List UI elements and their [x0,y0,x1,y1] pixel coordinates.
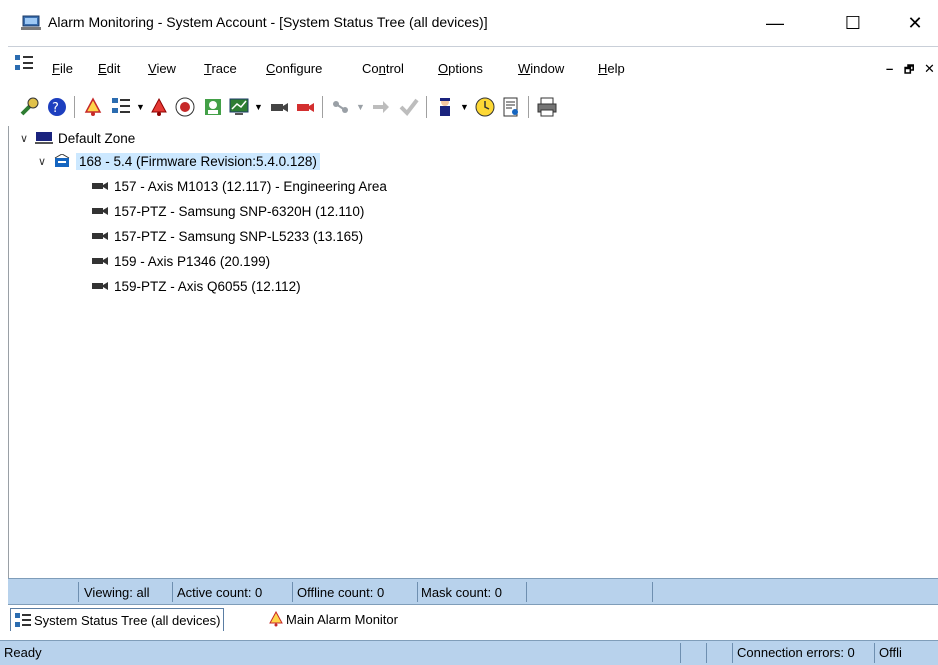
offline-status: Offli [879,645,902,660]
tree-node-camera[interactable]: 157-PTZ - Samsung SNP-L5233 (13.165) [91,226,363,246]
chevron-down-icon[interactable]: ∨ [17,132,31,145]
menu-trace[interactable]: Trace [204,61,237,76]
app-icon [21,15,41,30]
toolbar-separator [322,96,323,118]
acknowledge-icon[interactable] [398,96,420,118]
device-tree-icon [15,613,31,627]
guard-icon[interactable] [434,96,456,118]
tab-label: Main Alarm Monitor [286,611,398,627]
title-bar: Alarm Monitoring - System Account - [Sys… [0,0,938,46]
toolbar-separator [426,96,427,118]
menu-file[interactable]: File [52,61,73,76]
status-separator [292,582,293,602]
mdi-minimize-button[interactable]: – [886,61,893,76]
device-tree-icon[interactable] [110,96,132,118]
tree-node-label: 157-PTZ - Samsung SNP-L5233 (13.165) [114,228,364,244]
viewing-status: Viewing: all [84,585,150,600]
network-icon[interactable] [330,96,352,118]
status-separator [417,582,418,602]
zone-monitor-icon [35,132,53,144]
help-icon[interactable]: ? [46,96,68,118]
menu-control[interactable]: Control [362,61,404,76]
monitor-icon[interactable] [228,96,250,118]
toolbar-separator [74,96,75,118]
device-tree-icon [15,55,33,70]
chevron-down-icon[interactable]: ∨ [35,155,49,168]
tree-node-label: 168 - 5.4 (Firmware Revision:5.4.0.128) [76,152,320,170]
dropdown-arrow-icon[interactable]: ▼ [136,102,145,112]
ready-status: Ready [4,645,42,660]
alarm-red-icon[interactable] [148,96,170,118]
tree-node-label: 159-PTZ - Axis Q6055 (12.112) [114,278,301,294]
tree-node-camera[interactable]: 159 - Axis P1346 (20.199) [91,251,270,271]
counts-status-bar: Viewing: all Active count: 0 Offline cou… [8,578,938,605]
tree-node-label: 157-PTZ - Samsung SNP-6320H (12.110) [114,203,365,219]
menu-configure[interactable]: Configure [266,61,322,76]
clock-icon[interactable] [474,96,496,118]
active-count: Active count: 0 [177,585,263,600]
tree-node-label: 159 - Axis P1346 (20.199) [114,253,271,269]
status-separator [706,643,707,663]
status-separator [732,643,733,663]
tree-node-label: 157 - Axis M1013 (12.117) - Engineering … [114,178,387,194]
record-icon[interactable] [174,96,196,118]
menu-bar: File Edit View Trace Configure Control O… [8,46,938,89]
camera-icon [92,232,108,240]
camera-red-icon[interactable] [294,96,316,118]
status-separator [78,582,79,602]
menu-edit[interactable]: Edit [98,61,120,76]
tree-node-camera[interactable]: 157-PTZ - Samsung SNP-6320H (12.110) [91,201,364,221]
camera-icon [92,182,108,190]
status-separator [874,643,875,663]
menu-help[interactable]: Help [598,61,625,76]
status-separator [172,582,173,602]
app-status-bar: Ready Connection errors: 0 Offli [0,640,938,665]
report-icon[interactable] [500,96,522,118]
connection-errors: Connection errors: 0 [737,645,855,660]
mdi-close-button[interactable]: ✕ [924,61,935,77]
tree-node-camera[interactable]: 157 - Axis M1013 (12.117) - Engineering … [91,176,387,196]
tab-label: System Status Tree (all devices) [34,612,221,628]
menu-window[interactable]: Window [518,61,564,76]
window-tabs: System Status Tree (all devices) Main Al… [8,604,938,633]
toolbar-separator [528,96,529,118]
alarm-bell-icon[interactable] [82,96,104,118]
tab-system-status-tree[interactable]: System Status Tree (all devices) [10,608,225,631]
mdi-restore-button[interactable]: 🗗 [904,61,914,80]
tree-node-camera[interactable]: 159-PTZ - Axis Q6055 (12.112) [91,276,301,296]
toolbar: ? ▼ ▼ ▼ ▼ [8,88,938,126]
close-button[interactable]: ✕ [892,0,938,46]
mask-count: Mask count: 0 [421,585,502,600]
maximize-button[interactable]: ☐ [830,0,876,46]
dropdown-arrow-icon[interactable]: ▼ [254,102,263,112]
alarm-bell-icon [269,611,283,627]
arrow-icon[interactable] [370,96,392,118]
status-separator [680,643,681,663]
badge-icon[interactable] [202,96,224,118]
wrench-icon[interactable] [18,96,40,118]
menu-options[interactable]: Options [438,61,483,76]
tree-node-label: Default Zone [58,130,136,146]
svg-text:?: ? [52,101,59,116]
camera-icon [92,207,108,215]
menu-view[interactable]: View [148,61,176,76]
camera-icon [92,257,108,265]
minimize-button[interactable]: — [752,0,798,46]
offline-count: Offline count: 0 [297,585,385,600]
system-status-tree[interactable]: ∨ Default Zone ∨ 168 - 5.4 (Firmware Rev… [8,126,938,578]
status-separator [526,582,527,602]
camera-icon [92,282,108,290]
tab-main-alarm-monitor[interactable]: Main Alarm Monitor [268,608,398,630]
camera-icon[interactable] [268,96,290,118]
window-title: Alarm Monitoring - System Account - [Sys… [48,14,488,30]
print-icon[interactable] [536,96,558,118]
dropdown-arrow-icon[interactable]: ▼ [460,102,469,112]
panel-icon [54,154,70,167]
dropdown-arrow-icon[interactable]: ▼ [356,102,365,112]
tree-node-zone[interactable]: ∨ Default Zone [17,128,135,148]
status-separator [652,582,653,602]
tree-node-panel[interactable]: ∨ 168 - 5.4 (Firmware Revision:5.4.0.128… [35,151,320,171]
